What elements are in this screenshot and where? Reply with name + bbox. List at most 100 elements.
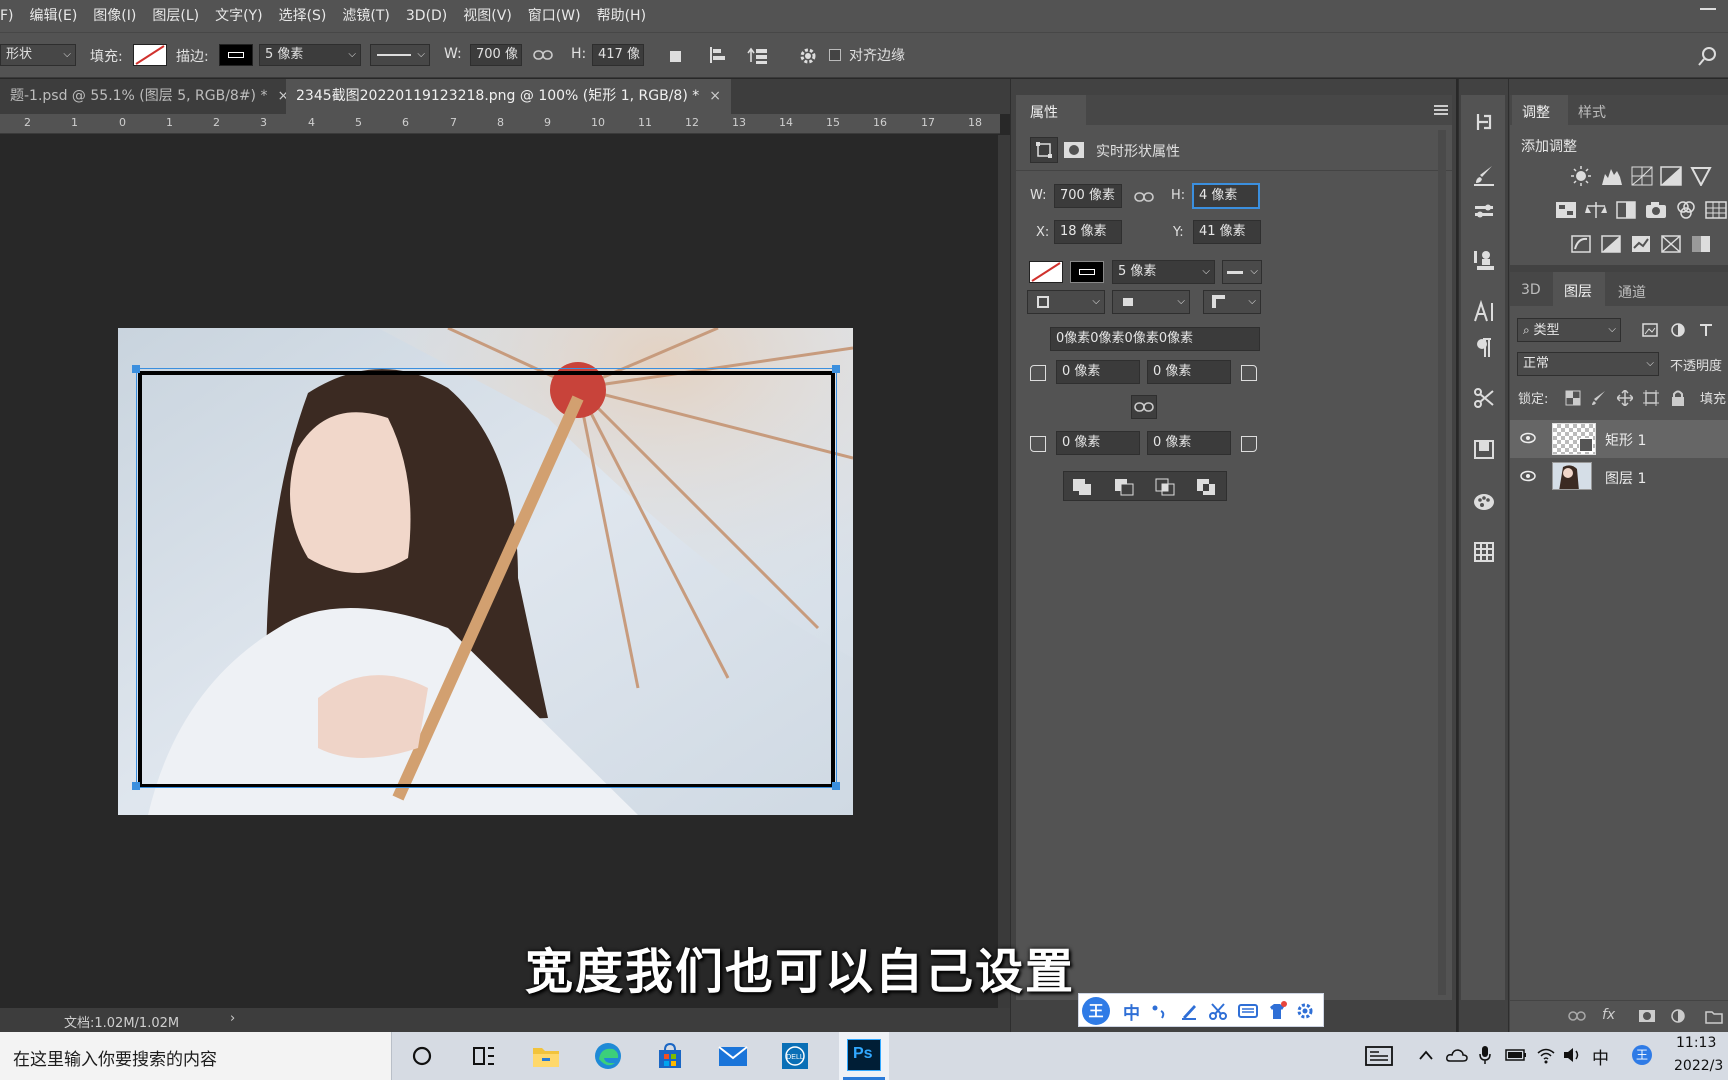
intersect-shapes-icon[interactable]	[1155, 478, 1175, 496]
filter-adjustment-icon[interactable]	[1670, 322, 1686, 338]
ime-keyboard-icon[interactable]	[1238, 1003, 1258, 1019]
task-view-icon[interactable]	[467, 1039, 501, 1073]
new-adjustment-icon[interactable]	[1670, 1008, 1686, 1024]
link-icon[interactable]	[1134, 189, 1154, 205]
minimize-icon[interactable]	[1700, 8, 1716, 10]
black-white-icon[interactable]	[1615, 200, 1637, 220]
battery-icon[interactable]	[1505, 1047, 1527, 1063]
stroke-swatch[interactable]	[219, 44, 253, 66]
gear-icon[interactable]	[798, 46, 818, 66]
layer-name[interactable]: 矩形 1	[1605, 430, 1646, 450]
tab-layers[interactable]: 图层	[1553, 272, 1605, 306]
tab-channels[interactable]: 通道	[1618, 282, 1646, 302]
layer-filter-select[interactable]: ⌕ 类型 ⌵	[1517, 318, 1621, 342]
ime-logo-icon[interactable]: 王	[1082, 997, 1110, 1025]
color-balance-icon[interactable]	[1585, 200, 1607, 220]
paragraph-icon[interactable]	[1472, 336, 1496, 360]
hue-saturation-icon[interactable]	[1555, 200, 1577, 220]
align-edges-checkbox[interactable]	[829, 49, 841, 61]
file-explorer-icon[interactable]	[529, 1039, 563, 1073]
filter-type-icon[interactable]	[1698, 322, 1714, 338]
search-icon[interactable]	[1697, 45, 1719, 67]
corner-br-input[interactable]: 0 像素	[1147, 431, 1231, 455]
anchor-handle[interactable]	[132, 782, 140, 790]
corner-tr-input[interactable]: 0 像素	[1147, 360, 1231, 384]
vertical-scrollbar[interactable]	[998, 135, 1010, 1008]
character-icon[interactable]	[1472, 300, 1496, 324]
menu-file[interactable]: F)	[0, 0, 22, 32]
anchor-handle[interactable]	[832, 782, 840, 790]
ime-handwrite-icon[interactable]	[1180, 1002, 1198, 1020]
clock-date[interactable]: 2022/3	[1674, 1058, 1723, 1074]
tab-3d[interactable]: 3D	[1521, 282, 1541, 298]
lock-artboard-icon[interactable]	[1643, 390, 1659, 406]
photo-filter-icon[interactable]	[1645, 200, 1667, 220]
eye-icon[interactable]	[1520, 470, 1536, 482]
dell-app-icon[interactable]: DELL	[778, 1039, 812, 1073]
prop-y-input[interactable]: 41 像素	[1193, 220, 1261, 244]
lock-position-icon[interactable]	[1617, 390, 1633, 406]
blend-mode-select[interactable]: 正常 ⌵	[1517, 352, 1659, 376]
stroke-type-select[interactable]: ⌵	[370, 44, 430, 66]
shape-mode-select[interactable]: 形状 ⌵	[0, 44, 76, 66]
layer-name[interactable]: 图层 1	[1605, 468, 1646, 488]
color-lookup-icon[interactable]	[1705, 200, 1727, 220]
corner-tl-input[interactable]: 0 像素	[1056, 360, 1140, 384]
levels-icon[interactable]	[1601, 166, 1623, 186]
prop-fill-swatch[interactable]	[1029, 261, 1063, 283]
volume-icon[interactable]	[1562, 1046, 1582, 1064]
subtract-shapes-icon[interactable]	[1114, 478, 1134, 496]
fill-swatch[interactable]	[133, 44, 167, 66]
microphone-icon[interactable]	[1478, 1045, 1492, 1065]
close-icon[interactable]: ×	[709, 88, 721, 104]
menu-image[interactable]: 图像(I)	[85, 0, 144, 32]
lock-all-icon[interactable]	[1670, 390, 1686, 406]
link-icon[interactable]	[533, 47, 553, 63]
width-input[interactable]: 700 像	[470, 44, 522, 66]
edge-browser-icon[interactable]	[591, 1039, 625, 1073]
link-layers-icon[interactable]	[1568, 1009, 1586, 1023]
eye-icon[interactable]	[1520, 432, 1536, 444]
stroke-cap-select[interactable]: ⌵	[1112, 290, 1190, 314]
exclude-shapes-icon[interactable]	[1196, 478, 1216, 496]
stroke-width-input[interactable]: 5 像素 ⌵	[259, 44, 361, 66]
wifi-icon[interactable]	[1536, 1046, 1556, 1064]
ime-scissors-icon[interactable]	[1209, 1002, 1227, 1020]
shape-properties-icon[interactable]	[1030, 137, 1058, 163]
filter-pixel-icon[interactable]	[1642, 322, 1658, 338]
menu-window[interactable]: 窗口(W)	[520, 0, 589, 32]
ime-settings-icon[interactable]	[1296, 1002, 1314, 1020]
input-language-indicator[interactable]: 中	[1592, 1044, 1609, 1069]
swatches-grid-icon[interactable]	[1472, 540, 1496, 564]
fx-icon[interactable]: fx	[1602, 1007, 1615, 1023]
menu-view[interactable]: 视图(V)	[455, 0, 520, 32]
tool-presets-icon[interactable]	[1472, 386, 1496, 410]
channel-mixer-icon[interactable]	[1675, 200, 1697, 220]
menu-layer[interactable]: 图层(L)	[144, 0, 207, 32]
path-arrange-icon[interactable]	[746, 44, 770, 66]
ime-punctuation-icon[interactable]	[1151, 1003, 1167, 1019]
properties-scrollbar[interactable]	[1438, 130, 1446, 995]
clone-source-icon[interactable]	[1472, 249, 1496, 273]
stroke-join-select[interactable]: ⌵	[1203, 290, 1261, 314]
lock-pixels-icon[interactable]	[1591, 390, 1607, 406]
show-hidden-icons[interactable]	[1418, 1048, 1434, 1062]
new-group-icon[interactable]	[1705, 1008, 1723, 1024]
lock-transparent-icon[interactable]	[1565, 390, 1581, 406]
onedrive-icon[interactable]	[1446, 1047, 1468, 1063]
tab-document-2[interactable]: 2345截图20220119123218.png @ 100% (矩形 1, R…	[286, 79, 731, 114]
prop-stroke-swatch[interactable]	[1070, 261, 1104, 283]
anchor-handle[interactable]	[832, 365, 840, 373]
status-arrow[interactable]: ›	[230, 1011, 235, 1026]
menu-select[interactable]: 选择(S)	[271, 0, 335, 32]
tab-adjustments[interactable]: 调整	[1512, 95, 1568, 125]
taskbar-search-box[interactable]: 在这里输入你要搜索的内容	[0, 1032, 392, 1080]
panel-menu-icon[interactable]	[1434, 104, 1448, 116]
tab-properties[interactable]: 属性	[1016, 95, 1086, 125]
posterize-icon[interactable]	[1600, 234, 1622, 254]
height-input[interactable]: 417 像	[592, 44, 644, 66]
exposure-icon[interactable]	[1660, 166, 1682, 186]
mask-icon[interactable]	[1063, 140, 1085, 160]
combine-shapes-icon[interactable]	[1072, 478, 1092, 496]
path-align-icon[interactable]	[708, 45, 728, 65]
